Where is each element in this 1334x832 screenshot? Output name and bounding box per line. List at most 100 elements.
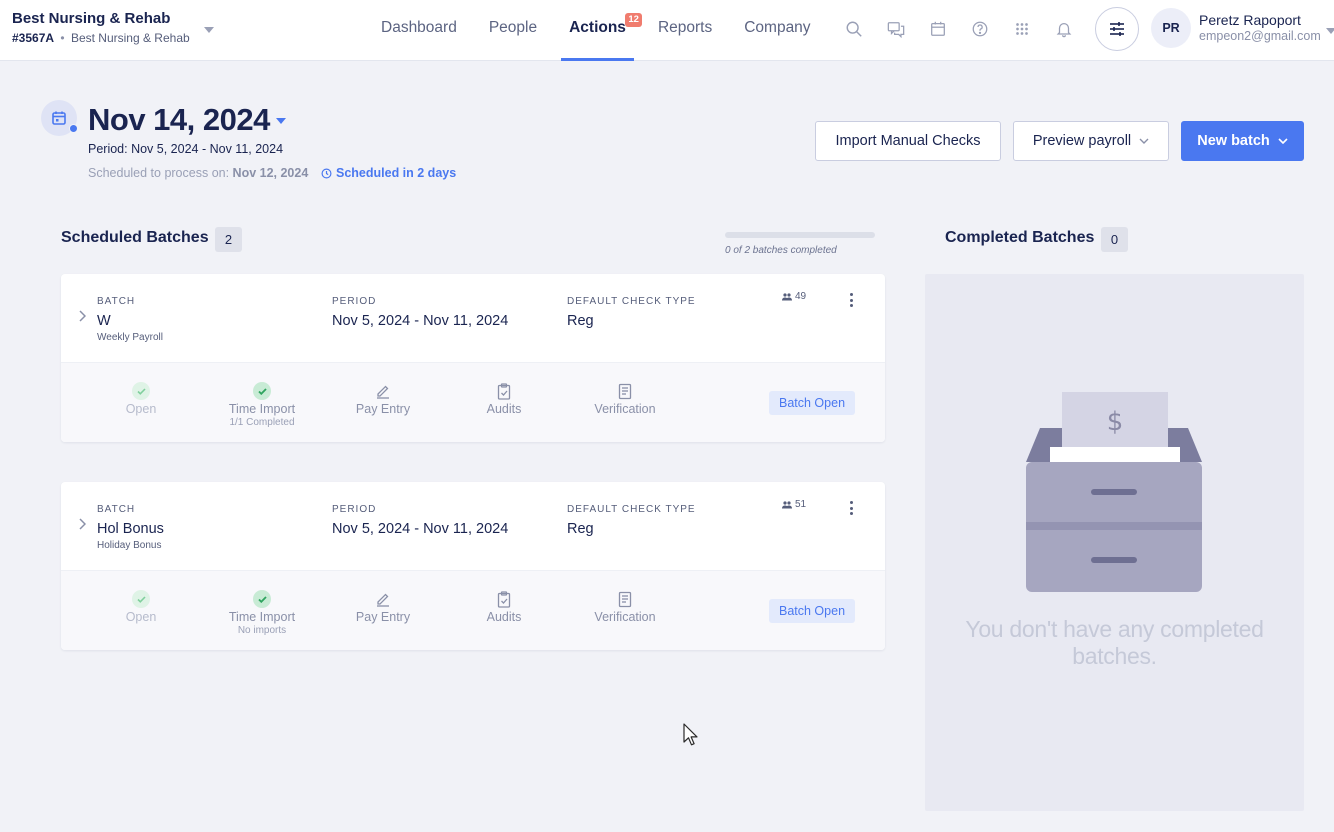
step-open[interactable]: Open <box>81 381 201 416</box>
step-label: Open <box>125 610 157 624</box>
step-audits[interactable]: Audits <box>444 589 564 624</box>
check-icon <box>253 590 271 608</box>
sliders-icon <box>1110 22 1124 36</box>
batch-period: Nov 5, 2024 - Nov 11, 2024 <box>332 521 509 537</box>
pay-date-dropdown-icon[interactable] <box>276 118 286 124</box>
scheduled-countdown: Scheduled in 2 days <box>321 166 456 180</box>
pay-date-title[interactable]: Nov 14, 2024 <box>88 102 270 138</box>
nav-actions[interactable]: Actions 12 <box>553 0 642 61</box>
batches-progress-text: 0 of 2 batches completed <box>725 245 837 256</box>
pencil-icon <box>377 385 389 399</box>
preview-payroll-label: Preview payroll <box>1032 133 1132 149</box>
period-label: PERIOD <box>332 296 377 307</box>
batch-check-type: Reg <box>567 521 594 537</box>
people-icon <box>782 500 792 508</box>
completed-batches-panel: $ You don't have any completed batches. <box>925 274 1304 811</box>
document-icon <box>618 383 632 399</box>
nav-company[interactable]: Company <box>728 0 826 61</box>
company-caret-icon[interactable] <box>204 27 214 33</box>
step-label: Time Import <box>228 610 296 624</box>
calendar-icon[interactable] <box>922 16 954 42</box>
nav-actions-label: Actions <box>569 19 626 36</box>
nav-company-label: Company <box>744 19 811 36</box>
user-avatar[interactable]: PR <box>1151 8 1191 48</box>
new-batch-label: New batch <box>1197 133 1270 149</box>
step-pay-entry[interactable]: Pay Entry <box>323 381 443 416</box>
people-icon <box>782 292 792 300</box>
check-icon <box>253 382 271 400</box>
pay-date-status-dot <box>69 124 78 133</box>
employee-count: 51 <box>782 499 806 510</box>
scheduled-countdown-text: Scheduled in 2 days <box>336 166 457 180</box>
expand-chevron-icon[interactable] <box>78 518 86 530</box>
empty-state-message: You don't have any completed batches. <box>965 616 1264 669</box>
nav-reports[interactable]: Reports <box>642 0 728 61</box>
batch-status-badge[interactable]: Batch Open <box>769 391 856 415</box>
mouse-cursor-icon <box>683 723 698 746</box>
settings-sliders-button[interactable] <box>1095 7 1139 51</box>
step-time-import[interactable]: Time Import 1/1 Completed <box>202 381 322 428</box>
batch-steps: Open Time Import No imports Pay Entry Au… <box>61 570 885 650</box>
step-time-import[interactable]: Time Import No imports <box>202 589 322 636</box>
nav-dashboard[interactable]: Dashboard <box>365 0 473 61</box>
clipboard-check-icon <box>497 382 511 400</box>
search-icon[interactable] <box>838 16 870 42</box>
step-audits[interactable]: Audits <box>444 381 564 416</box>
completed-batches-title: Completed Batches <box>945 229 1095 246</box>
top-navigation-bar: Best Nursing & Rehab #3567A • Best Nursi… <box>0 0 1334 61</box>
company-name: Best Nursing & Rehab <box>12 10 171 27</box>
step-label: Time Import <box>228 402 296 416</box>
main-nav: Dashboard People Actions 12 Reports Comp… <box>365 0 827 61</box>
import-manual-checks-button[interactable]: Import Manual Checks <box>815 121 1001 161</box>
completed-batches-count: 0 <box>1101 227 1128 252</box>
batch-more-menu-icon[interactable] <box>845 500 857 516</box>
step-open[interactable]: Open <box>81 589 201 624</box>
step-pay-entry[interactable]: Pay Entry <box>323 589 443 624</box>
toolbar-icons <box>838 16 1080 42</box>
step-verification[interactable]: Verification <box>565 589 685 624</box>
batch-period: Nov 5, 2024 - Nov 11, 2024 <box>332 313 509 329</box>
step-label: Open <box>125 402 157 416</box>
help-icon[interactable] <box>964 16 996 42</box>
user-name: Peretz Rapoport <box>1199 12 1301 28</box>
batch-label: BATCH <box>97 296 136 307</box>
batch-description: Holiday Bonus <box>97 540 162 551</box>
employee-count-value: 51 <box>795 499 807 510</box>
document-icon <box>618 591 632 607</box>
preview-payroll-button[interactable]: Preview payroll <box>1013 121 1169 161</box>
step-label: Audits <box>486 402 522 416</box>
batch-card: BATCH W Weekly Payroll PERIOD Nov 5, 202… <box>61 274 885 442</box>
clock-icon <box>321 168 332 178</box>
chat-icon[interactable] <box>880 16 912 42</box>
nav-people[interactable]: People <box>473 0 553 61</box>
batch-card: BATCH Hol Bonus Holiday Bonus PERIOD Nov… <box>61 482 885 650</box>
step-sublabel: 1/1 Completed <box>229 417 295 428</box>
batch-more-menu-icon[interactable] <box>845 292 857 308</box>
step-label: Verification <box>594 610 656 624</box>
batches-progress-bar <box>725 232 875 238</box>
period-label: PERIOD <box>332 504 377 515</box>
bell-icon[interactable] <box>1048 16 1080 42</box>
batch-steps: Open Time Import 1/1 Completed Pay Entry… <box>61 362 885 442</box>
batch-status-badge[interactable]: Batch Open <box>769 599 856 623</box>
import-manual-checks-label: Import Manual Checks <box>835 133 981 149</box>
scheduled-batches-title: Scheduled Batches <box>61 229 209 246</box>
scheduled-date: Nov 12, 2024 <box>232 166 309 180</box>
user-menu[interactable]: Peretz Rapoport empeon2@gmail.com <box>1199 12 1321 43</box>
apps-grid-icon[interactable] <box>1006 16 1038 42</box>
step-verification[interactable]: Verification <box>565 381 685 416</box>
batch-check-type: Reg <box>567 313 594 329</box>
expand-chevron-icon[interactable] <box>78 310 86 322</box>
company-switcher[interactable]: Best Nursing & Rehab #3567A • Best Nursi… <box>12 10 190 45</box>
step-label: Verification <box>594 402 656 416</box>
step-label: Pay Entry <box>355 402 411 416</box>
batch-description: Weekly Payroll <box>97 332 163 343</box>
new-batch-button[interactable]: New batch <box>1181 121 1304 161</box>
employee-count-value: 49 <box>795 291 807 302</box>
batch-label: BATCH <box>97 504 136 515</box>
clipboard-check-icon <box>497 590 511 608</box>
company-id: #3567A <box>12 31 55 45</box>
actions-count-badge: 12 <box>625 13 642 27</box>
pay-period: Period: Nov 5, 2024 - Nov 11, 2024 <box>88 142 284 156</box>
user-menu-caret-icon[interactable] <box>1326 28 1334 34</box>
